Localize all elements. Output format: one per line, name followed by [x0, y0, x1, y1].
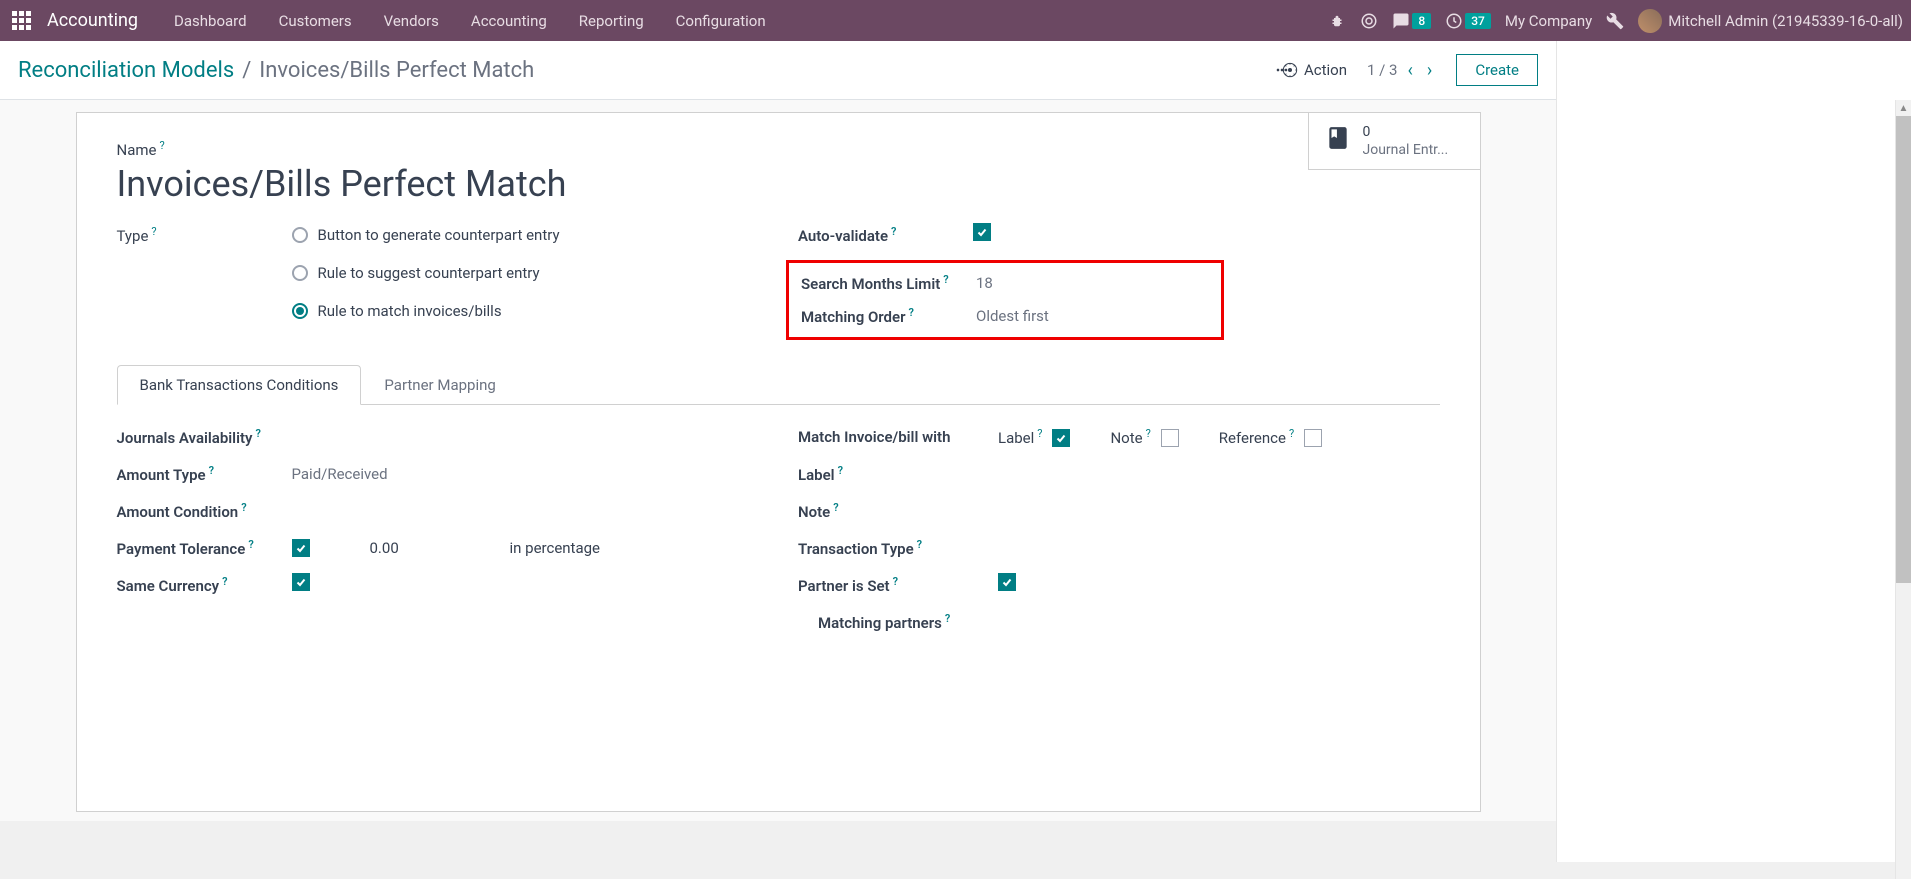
- amount-type-value[interactable]: Paid/Received: [292, 462, 759, 486]
- user-menu[interactable]: Mitchell Admin (21945339-16-0-all): [1638, 9, 1903, 33]
- stat-label: Journal Entr...: [1363, 141, 1449, 159]
- help-icon[interactable]: ?: [1146, 427, 1151, 440]
- matching-partners-label: Matching partners: [818, 614, 942, 632]
- type-option-counterpart-button[interactable]: Button to generate counterpart entry: [292, 223, 759, 247]
- help-icon[interactable]: ?: [893, 575, 898, 588]
- transaction-type-label: Transaction Type: [798, 540, 914, 558]
- opt-reference-text: Reference: [1219, 429, 1286, 447]
- nav-reporting[interactable]: Reporting: [565, 2, 658, 40]
- help-icon[interactable]: ?: [159, 139, 164, 152]
- chat-badge: 8: [1412, 13, 1431, 29]
- radio-icon: [292, 227, 308, 243]
- stat-count: 0: [1363, 123, 1449, 141]
- note-field-label: Note: [798, 503, 830, 521]
- opt-note-text: Note: [1110, 429, 1142, 447]
- help-icon[interactable]: ?: [1289, 427, 1294, 440]
- help-icon[interactable]: ?: [248, 538, 253, 551]
- activity-icon[interactable]: 37: [1445, 12, 1491, 30]
- payment-tolerance-value[interactable]: 0.00: [370, 536, 450, 560]
- auto-validate-checkbox[interactable]: [973, 223, 991, 241]
- nav-configuration[interactable]: Configuration: [662, 2, 780, 40]
- scroll-up-icon[interactable]: ▲: [1896, 100, 1911, 116]
- partner-set-checkbox[interactable]: [998, 573, 1016, 591]
- tab-partner-mapping[interactable]: Partner Mapping: [361, 365, 518, 405]
- nav-accounting[interactable]: Accounting: [457, 2, 561, 40]
- highlighted-region: Search Months Limit? 18 Matching Order? …: [786, 260, 1224, 340]
- nav-dashboard[interactable]: Dashboard: [160, 2, 261, 40]
- help-icon[interactable]: ?: [833, 501, 838, 514]
- nav-vendors[interactable]: Vendors: [370, 2, 453, 40]
- opt-label-text: Label: [998, 429, 1034, 447]
- radio-icon: [292, 265, 308, 281]
- amount-type-label: Amount Type: [117, 466, 206, 484]
- matching-order-label: Matching Order: [801, 308, 905, 326]
- tabs: Bank Transactions Conditions Partner Map…: [117, 364, 1440, 405]
- chat-icon[interactable]: 8: [1392, 12, 1431, 30]
- help-icon[interactable]: ?: [241, 501, 246, 514]
- amount-condition-label: Amount Condition: [117, 503, 239, 521]
- radio-icon: [292, 303, 308, 319]
- partner-set-label: Partner is Set: [798, 577, 890, 595]
- search-months-value[interactable]: 18: [976, 271, 1209, 295]
- help-icon[interactable]: ?: [151, 225, 156, 238]
- journals-availability-label: Journals Availability: [117, 429, 253, 447]
- type-radio-group: Button to generate counterpart entry Rul…: [292, 223, 759, 323]
- pager-next[interactable]: ›: [1423, 60, 1436, 81]
- matching-order-value[interactable]: Oldest first: [976, 304, 1209, 328]
- journal-entries-stat[interactable]: 0 Journal Entr...: [1308, 113, 1480, 170]
- match-note-checkbox[interactable]: [1161, 429, 1179, 447]
- breadcrumb: Reconciliation Models / Invoices/Bills P…: [18, 58, 534, 83]
- help-icon[interactable]: ?: [222, 575, 227, 588]
- action-label: Action: [1304, 61, 1347, 79]
- book-icon: [1325, 125, 1351, 157]
- help-icon[interactable]: ?: [908, 306, 913, 319]
- payment-tolerance-unit: in percentage: [510, 536, 601, 560]
- help-icon[interactable]: ?: [891, 225, 896, 238]
- type-option-suggest-rule[interactable]: Rule to suggest counterpart entry: [292, 261, 759, 285]
- nav-customers[interactable]: Customers: [265, 2, 366, 40]
- match-invoice-label: Match Invoice/bill with: [798, 428, 950, 446]
- help-icon[interactable]: ?: [917, 538, 922, 551]
- help-icon[interactable]: ?: [838, 464, 843, 477]
- breadcrumb-parent[interactable]: Reconciliation Models: [18, 58, 234, 83]
- avatar-icon: [1638, 9, 1662, 33]
- tab-bank-conditions[interactable]: Bank Transactions Conditions: [117, 365, 362, 405]
- help-icon[interactable]: ?: [209, 464, 214, 477]
- breadcrumb-current: Invoices/Bills Perfect Match: [259, 58, 534, 83]
- payment-tolerance-label: Payment Tolerance: [117, 540, 246, 558]
- match-reference-checkbox[interactable]: [1304, 429, 1322, 447]
- match-label-checkbox[interactable]: [1052, 429, 1070, 447]
- breadcrumb-sep: /: [242, 58, 251, 83]
- company-switcher[interactable]: My Company: [1505, 12, 1592, 30]
- support-icon[interactable]: [1360, 12, 1378, 30]
- app-title[interactable]: Accounting: [47, 10, 138, 31]
- tools-icon[interactable]: [1606, 12, 1624, 30]
- payment-tolerance-checkbox[interactable]: [292, 539, 310, 557]
- help-icon[interactable]: ?: [255, 427, 260, 440]
- scrollbar[interactable]: ▲: [1895, 100, 1911, 879]
- help-icon[interactable]: ?: [943, 273, 948, 286]
- help-icon[interactable]: ?: [1037, 427, 1042, 440]
- name-field-label: Name: [117, 141, 157, 159]
- auto-validate-label: Auto-validate: [798, 227, 888, 245]
- apps-icon[interactable]: [12, 11, 31, 30]
- pager-text: 1 / 3: [1367, 61, 1398, 79]
- scrollbar-thumb[interactable]: [1896, 116, 1911, 583]
- pager: 1 / 3 ‹ ›: [1367, 60, 1436, 81]
- user-name: Mitchell Admin (21945339-16-0-all): [1668, 12, 1903, 30]
- name-field-value[interactable]: Invoices/Bills Perfect Match: [117, 163, 1440, 205]
- type-label: Type: [117, 227, 149, 245]
- label-field-label: Label: [798, 466, 835, 484]
- same-currency-checkbox[interactable]: [292, 573, 310, 591]
- help-icon[interactable]: ?: [945, 612, 950, 625]
- activity-badge: 37: [1465, 13, 1491, 29]
- search-months-label: Search Months Limit: [801, 275, 940, 293]
- bug-icon[interactable]: [1328, 12, 1346, 30]
- same-currency-label: Same Currency: [117, 577, 220, 595]
- action-dropdown[interactable]: Action: [1274, 61, 1347, 79]
- type-option-match-invoices[interactable]: Rule to match invoices/bills: [292, 299, 759, 323]
- pager-prev[interactable]: ‹: [1404, 60, 1417, 81]
- create-button[interactable]: Create: [1456, 54, 1538, 86]
